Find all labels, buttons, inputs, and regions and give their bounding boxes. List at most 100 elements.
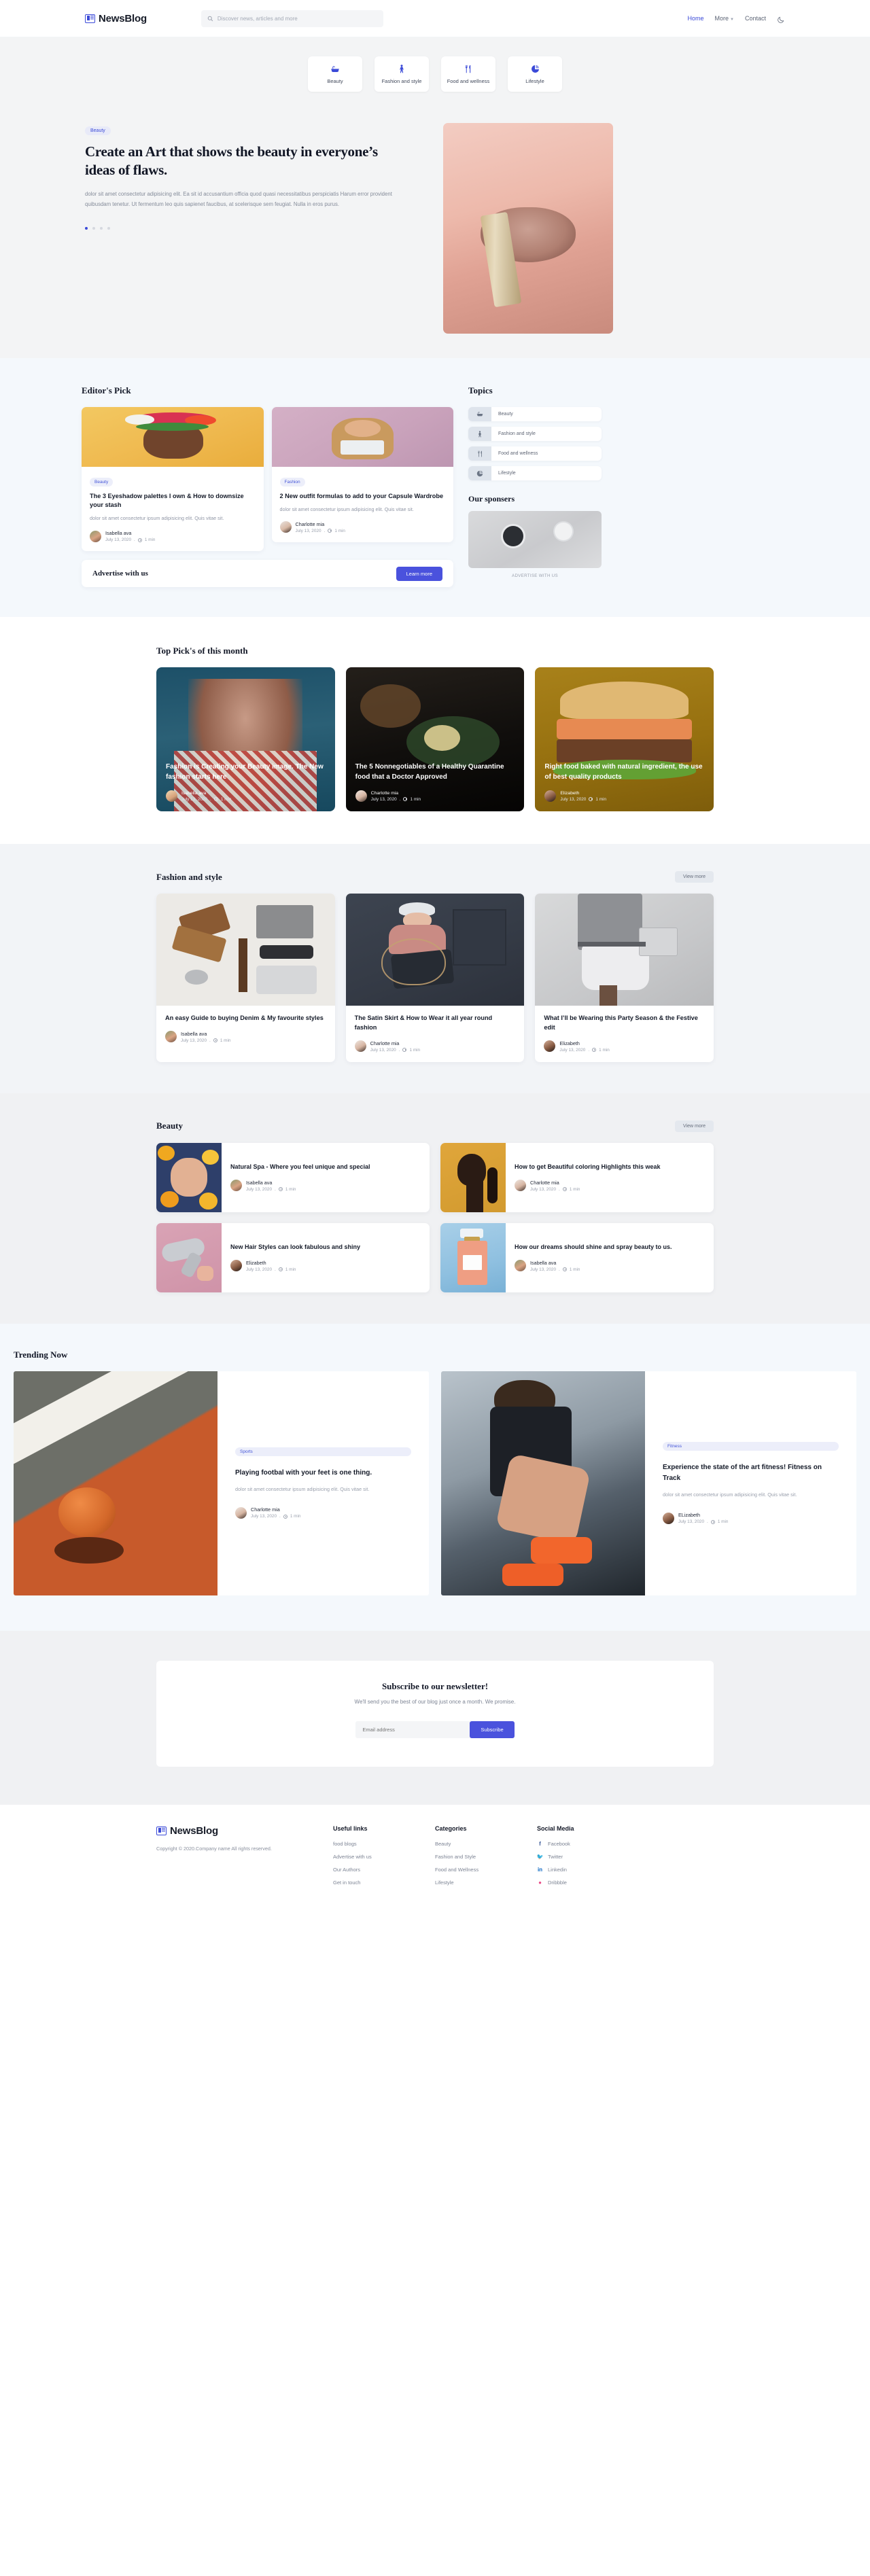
brand-logo[interactable]: NewsBlog bbox=[85, 13, 147, 24]
top-pick-card[interactable]: Right food baked with natural ingredient… bbox=[535, 667, 714, 811]
nav-item-home[interactable]: Home bbox=[687, 15, 703, 22]
fashion-view-more-button[interactable]: View more bbox=[675, 871, 714, 883]
top-pick-card[interactable]: Fashion is Creating your Beauty image. T… bbox=[156, 667, 335, 811]
publish-date: July 13, 2020 bbox=[246, 1186, 273, 1192]
avatar bbox=[235, 1506, 247, 1519]
nav-item-more[interactable]: More ▼ bbox=[715, 15, 734, 22]
brand-name: NewsBlog bbox=[170, 1824, 218, 1837]
advertise-banner: Advertise with us Learn more bbox=[82, 560, 453, 587]
learn-more-button[interactable]: Learn more bbox=[396, 566, 442, 581]
fashion-card[interactable]: The Satin Skirt & How to Wear it all yea… bbox=[345, 894, 525, 1062]
avatar bbox=[544, 790, 557, 802]
hero-tag[interactable]: Beauty bbox=[85, 126, 111, 135]
trending-card[interactable]: Fitness Experience the state of the art … bbox=[441, 1371, 856, 1595]
carousel-dot[interactable] bbox=[107, 227, 110, 230]
topic-item-food[interactable]: Food and wellness bbox=[468, 446, 602, 461]
card-thumbnail bbox=[441, 1371, 645, 1595]
topic-item-lifestyle[interactable]: Lifestyle bbox=[468, 466, 602, 480]
moon-icon[interactable] bbox=[777, 15, 784, 23]
newsletter-subtitle: We'll send you the best of our blog just… bbox=[354, 1698, 516, 1705]
card-byline: Charlotte mia July 13, 2020. 1 min bbox=[235, 1506, 411, 1519]
card-tag[interactable]: Fitness bbox=[663, 1442, 839, 1451]
beauty-card[interactable]: Natural Spa - Where you feel unique and … bbox=[156, 1142, 430, 1212]
beauty-card[interactable]: How to get Beautiful coloring Highlights… bbox=[440, 1142, 714, 1212]
author-name: Charlotte mia bbox=[295, 521, 325, 527]
beauty-card[interactable]: New Hair Styles can look fabulous and sh… bbox=[156, 1222, 430, 1292]
category-pill-beauty[interactable]: Beauty bbox=[308, 56, 362, 92]
card-title: Experience the state of the art fitness!… bbox=[663, 1464, 822, 1482]
footer-link[interactable]: food blogs bbox=[333, 1841, 435, 1847]
category-pill-food[interactable]: Food and wellness bbox=[441, 56, 495, 92]
fashion-card[interactable]: An easy Guide to buying Denim & My favou… bbox=[156, 894, 335, 1062]
card-tag[interactable]: Fashion bbox=[279, 478, 305, 487]
footer-link[interactable]: Beauty bbox=[435, 1841, 537, 1847]
fashion-section-title: Fashion and style bbox=[156, 871, 222, 882]
social-link-twitter[interactable]: 🐦 Twitter bbox=[537, 1854, 639, 1860]
social-link-dribbble[interactable]: ● Dribbble bbox=[537, 1880, 639, 1886]
footer-link[interactable]: Fashion and Style bbox=[435, 1854, 537, 1860]
advertise-title: Advertise with us bbox=[92, 569, 148, 578]
social-link-facebook[interactable]: f Facebook bbox=[537, 1841, 639, 1847]
read-time: 1 min bbox=[285, 1186, 296, 1192]
card-tag[interactable]: Sports bbox=[235, 1447, 411, 1456]
top-pick-card[interactable]: The 5 Nonnegotiables of a Healthy Quaran… bbox=[345, 667, 525, 811]
author-name: Elizabeth bbox=[560, 790, 580, 796]
trending-card[interactable]: Sports Playing footbal with your feet is… bbox=[14, 1371, 429, 1595]
footer-link[interactable]: Lifestyle bbox=[435, 1880, 537, 1886]
social-label: Dribbble bbox=[548, 1879, 567, 1886]
card-thumbnail bbox=[156, 1142, 222, 1212]
editors-pick-card[interactable]: Fashion 2 New outfit formulas to add to … bbox=[271, 407, 453, 542]
social-link-linkedin[interactable]: in Linkedin bbox=[537, 1867, 639, 1873]
read-time: 1 min bbox=[410, 796, 421, 802]
footer-link[interactable]: Our Authors bbox=[333, 1867, 435, 1873]
editors-pick-card[interactable]: Beauty The 3 Eyeshadow palettes I own & … bbox=[82, 407, 264, 551]
footer-link[interactable]: Get in touch bbox=[333, 1880, 435, 1886]
avatar bbox=[279, 521, 292, 533]
carousel-dots[interactable] bbox=[85, 227, 408, 230]
card-title: The 3 Eyeshadow palettes I own & How to … bbox=[90, 493, 244, 509]
card-meta: July 13, 2020. 1 min bbox=[246, 1186, 296, 1192]
author-name: Isabella ava bbox=[530, 1259, 557, 1266]
social-label: Linkedin bbox=[548, 1866, 567, 1873]
beauty-card[interactable]: How our dreams should shine and spray be… bbox=[440, 1222, 714, 1292]
card-title: New Hair Styles can look fabulous and sh… bbox=[230, 1243, 361, 1251]
top-picks-title: Top Pick's of this month bbox=[156, 646, 248, 656]
avatar bbox=[166, 790, 177, 802]
category-pill-fashion[interactable]: Fashion and style bbox=[375, 56, 429, 92]
beauty-view-more-button[interactable]: View more bbox=[675, 1120, 714, 1132]
card-byline: ELizabeth July 13, 2020. 1 min bbox=[663, 1512, 839, 1524]
carousel-dot[interactable] bbox=[100, 227, 103, 230]
card-tag[interactable]: Beauty bbox=[90, 478, 114, 487]
hero-image bbox=[443, 123, 613, 334]
clock-icon bbox=[137, 537, 142, 542]
search-box[interactable]: Discover news, articles and more bbox=[201, 10, 383, 27]
fashion-card[interactable]: What I’ll be Wearing this Party Season &… bbox=[535, 894, 714, 1062]
pie-chart-icon bbox=[468, 466, 491, 480]
newsletter-title: Subscribe to our newsletter! bbox=[381, 1680, 489, 1691]
fork-knife-icon bbox=[468, 446, 491, 461]
footer-link[interactable]: Food and Wellness bbox=[435, 1867, 537, 1873]
card-thumbnail bbox=[156, 1222, 222, 1292]
email-field[interactable] bbox=[355, 1721, 472, 1738]
publish-date: July 13, 2020 bbox=[678, 1519, 705, 1525]
clock-icon bbox=[710, 1519, 715, 1524]
card-title: What I’ll be Wearing this Party Season &… bbox=[544, 1014, 698, 1031]
author-name: Charlotte mia bbox=[370, 1040, 400, 1046]
card-thumbnail bbox=[535, 894, 714, 1006]
footer-link[interactable]: Advertise with us bbox=[333, 1854, 435, 1860]
read-time: 1 min bbox=[144, 537, 156, 542]
card-meta: July 13, 2020. 1 min bbox=[678, 1519, 729, 1525]
sponsor-image[interactable] bbox=[468, 511, 602, 568]
topic-item-fashion[interactable]: Fashion and style bbox=[468, 427, 602, 441]
footer-column-heading: Social Media bbox=[537, 1824, 574, 1832]
category-pill-row: Beauty Fashion and style Food and wellne… bbox=[0, 56, 870, 92]
social-label: Facebook bbox=[548, 1840, 570, 1847]
card-byline: Isabella ava July 13, 2020. 1 min bbox=[166, 790, 326, 802]
carousel-dot[interactable] bbox=[85, 227, 88, 230]
subscribe-button[interactable]: Subscribe bbox=[470, 1721, 515, 1738]
topic-item-beauty[interactable]: Beauty bbox=[468, 407, 602, 421]
hero-section: Beauty Fashion and style Food and wellne… bbox=[0, 37, 870, 358]
category-pill-lifestyle[interactable]: Lifestyle bbox=[508, 56, 562, 92]
nav-item-contact[interactable]: Contact bbox=[745, 15, 766, 22]
carousel-dot[interactable] bbox=[92, 227, 95, 230]
